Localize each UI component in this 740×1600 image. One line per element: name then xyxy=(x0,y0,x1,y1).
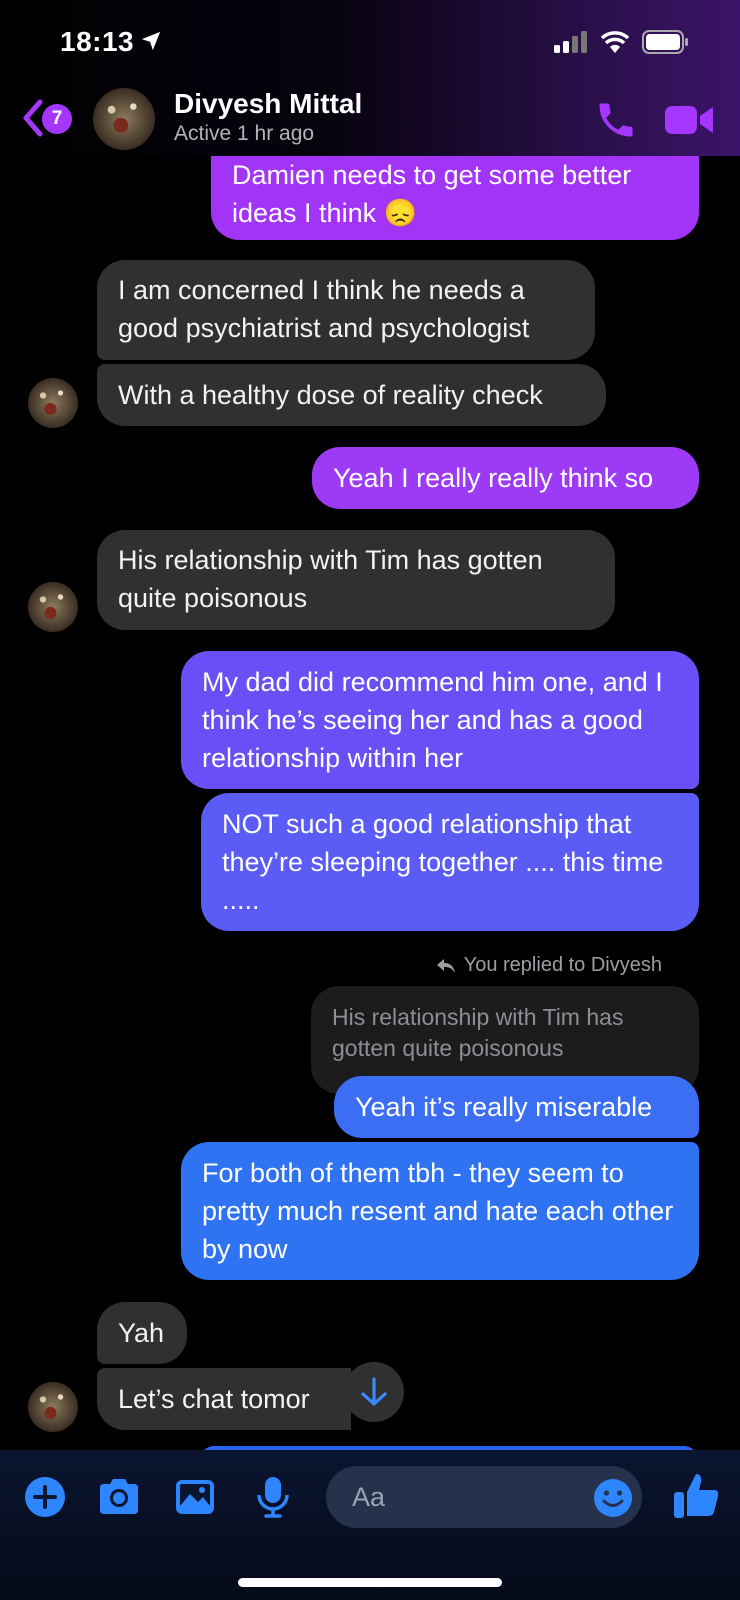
reply-note: You replied to Divyesh xyxy=(436,954,662,977)
conversation-header: 18:13 7 Divyesh Mittal Active 1 hr ago xyxy=(0,0,740,156)
avatar[interactable] xyxy=(28,582,78,632)
active-status: Active 1 hr ago xyxy=(174,122,315,145)
sent-message[interactable]: Yeah it’s really miserable xyxy=(334,1076,699,1138)
avatar[interactable] xyxy=(28,378,78,428)
scroll-to-bottom-button[interactable] xyxy=(344,1362,404,1422)
thumbs-up-icon[interactable] xyxy=(672,1470,720,1520)
battery-icon xyxy=(642,30,688,54)
status-time: 18:13 xyxy=(60,26,135,57)
arrow-down-icon xyxy=(361,1377,387,1406)
plus-icon[interactable] xyxy=(22,1474,68,1520)
received-message[interactable]: Let’s chat tomor xyxy=(97,1368,351,1430)
video-icon[interactable] xyxy=(665,102,715,138)
received-message[interactable]: I am concerned I think he needs a good p… xyxy=(97,260,595,360)
reply-note-text: You replied to Divyesh xyxy=(463,954,662,976)
phone-icon[interactable] xyxy=(594,98,638,142)
status-icons xyxy=(554,30,690,54)
emoji-icon[interactable] xyxy=(593,1478,633,1518)
sent-message[interactable]: My dad did recommend him one, and I thin… xyxy=(181,651,699,789)
signal-icon xyxy=(554,31,587,53)
microphone-icon[interactable] xyxy=(250,1474,296,1520)
contact-name[interactable]: Divyesh Mittal xyxy=(174,88,362,120)
location-arrow-icon xyxy=(141,31,161,51)
avatar[interactable] xyxy=(28,1382,78,1432)
received-message[interactable]: With a healthy dose of reality check xyxy=(97,364,606,426)
home-indicator xyxy=(238,1578,502,1587)
wifi-icon xyxy=(600,31,630,53)
received-message[interactable]: His relationship with Tim has gotten qui… xyxy=(97,530,615,630)
sent-message[interactable]: Yeah I really really think so xyxy=(312,447,699,509)
photo-icon[interactable] xyxy=(172,1474,218,1520)
sent-message[interactable]: For both of them tbh - they seem to pret… xyxy=(181,1142,699,1280)
avatar[interactable] xyxy=(93,88,155,150)
unread-badge[interactable]: 7 xyxy=(42,104,72,134)
reply-arrow-icon xyxy=(436,958,455,973)
received-message[interactable]: Yah xyxy=(97,1302,187,1364)
camera-icon[interactable] xyxy=(96,1474,142,1520)
sent-message[interactable]: NOT such a good relationship that they’r… xyxy=(201,793,699,931)
